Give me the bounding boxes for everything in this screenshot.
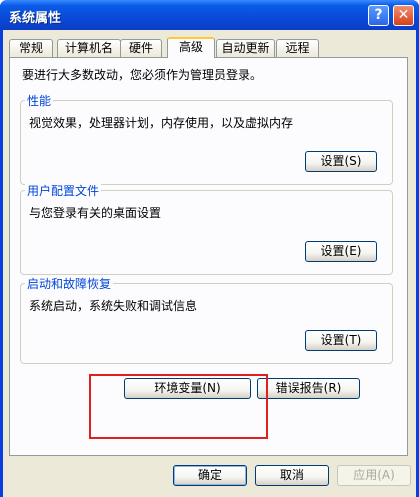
- user-profiles-group-title: 用户配置文件: [25, 182, 102, 199]
- startup-recovery-group-title: 启动和故障恢复: [25, 275, 114, 292]
- performance-settings-button[interactable]: 设置(S): [305, 151, 377, 172]
- environment-variables-button[interactable]: 环境变量(N): [124, 378, 251, 399]
- user-profiles-description: 与您登录有关的桌面设置: [29, 206, 162, 220]
- advanced-tab-panel: 要进行大多数改动，您必须作为管理员登录。 性能 视觉效果，处理器计划，内存使用，…: [9, 57, 408, 456]
- admin-notice: 要进行大多数改动，您必须作为管理员登录。: [22, 68, 263, 82]
- ok-button[interactable]: 确定: [173, 465, 247, 486]
- performance-group-title: 性能: [25, 92, 54, 109]
- tab-automatic-updates[interactable]: 自动更新: [216, 39, 275, 57]
- apply-button[interactable]: 应用(A): [337, 465, 411, 486]
- startup-recovery-description: 系统启动，系统失败和调试信息: [29, 299, 198, 313]
- question-mark-icon: ?: [374, 7, 383, 23]
- tab-advanced[interactable]: 高级: [167, 37, 215, 58]
- startup-recovery-group: 启动和故障恢复 系统启动，系统失败和调试信息 设置(T): [20, 275, 393, 364]
- tab-computer-name[interactable]: 计算机名: [57, 39, 121, 57]
- title-bar[interactable]: 系统属性 ? ✕: [0, 0, 419, 30]
- window-title: 系统属性: [9, 11, 62, 26]
- cancel-button[interactable]: 取消: [255, 465, 329, 486]
- dialog-client-area: 常规 计算机名 硬件 高级 自动更新 远程 要进行大多数改动，您必须作为管理员登…: [3, 30, 416, 497]
- system-properties-window: 系统属性 ? ✕ 常规 计算机名 硬件 高级 自动更新 远程 要进行大多数改动，…: [0, 0, 419, 497]
- help-button[interactable]: ?: [368, 5, 389, 26]
- startup-recovery-settings-button[interactable]: 设置(T): [305, 330, 377, 351]
- tab-remote[interactable]: 远程: [276, 39, 319, 57]
- tab-general[interactable]: 常规: [9, 39, 53, 57]
- performance-group: 性能 视觉效果，处理器计划，内存使用，以及虚拟内存 设置(S): [20, 92, 393, 185]
- error-reporting-button[interactable]: 错误报告(R): [257, 378, 360, 399]
- close-button[interactable]: ✕: [393, 5, 414, 26]
- close-icon: ✕: [397, 7, 410, 23]
- tab-hardware[interactable]: 硬件: [120, 39, 162, 57]
- user-profiles-group: 用户配置文件 与您登录有关的桌面设置 设置(E): [20, 182, 393, 275]
- user-profiles-settings-button[interactable]: 设置(E): [305, 241, 377, 262]
- performance-description: 视觉效果，处理器计划，内存使用，以及虚拟内存: [29, 116, 294, 130]
